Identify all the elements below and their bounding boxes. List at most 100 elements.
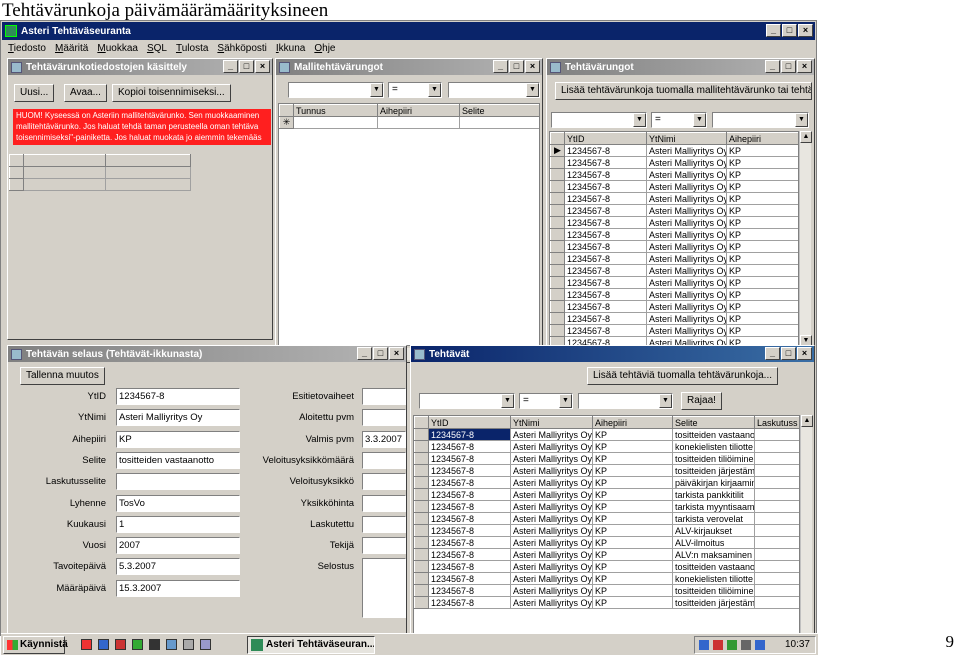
table-cell[interactable]: konekielisten tiliotte (672, 572, 755, 585)
row-header[interactable] (550, 180, 565, 193)
table-row[interactable]: 1234567-8 Asteri Malliyritys Oy KP ALV:n ma… (414, 548, 799, 561)
table-row[interactable]: 1234567-8 Asteri Malliyritys Oy KP tosittei… (414, 428, 799, 441)
table-cell[interactable]: 1234567-8 (428, 596, 511, 609)
maximize-button[interactable]: □ (509, 60, 524, 73)
table-cell[interactable] (754, 500, 799, 513)
column-header[interactable]: Aihepiiri (377, 104, 460, 117)
table-cell[interactable]: 1234567-8 (428, 464, 511, 477)
window-icon[interactable] (166, 639, 177, 650)
table-cell[interactable]: KP (726, 252, 798, 265)
table-cell[interactable]: 1234567-8 (564, 228, 647, 241)
browser-icon[interactable] (81, 639, 92, 650)
table-cell[interactable]: tarkista verovelat (672, 512, 755, 525)
table-row[interactable]: 1234567-8 Asteri Malliyritys Oy KP tarkista… (414, 488, 799, 501)
table-cell[interactable]: 1234567-8 (564, 324, 647, 337)
table-cell[interactable] (754, 476, 799, 489)
row-header[interactable] (414, 584, 429, 597)
row-header[interactable] (414, 464, 429, 477)
field-input[interactable]: 15.3.2007 (116, 579, 240, 597)
tehtavat-vscrollbar[interactable]: ▲ (800, 415, 813, 634)
table-cell[interactable]: KP (592, 512, 673, 525)
table-cell[interactable]: Asteri Malliyritys Oy (646, 204, 727, 217)
menu-ohje[interactable]: Ohje (314, 43, 335, 54)
table-cell[interactable]: Asteri Malliyritys Oy (646, 156, 727, 169)
field-input[interactable]: KP (116, 430, 240, 448)
table-cell[interactable]: Asteri Malliyritys Oy (646, 228, 727, 241)
table-cell[interactable]: Asteri Malliyritys Oy (646, 180, 727, 193)
table-row[interactable]: 1234567-8 Asteri Malliyritys Oy KP (550, 228, 798, 241)
close-button[interactable]: × (389, 347, 404, 360)
table-cell[interactable]: 1234567-8 (564, 180, 647, 193)
table-cell[interactable]: KP (726, 276, 798, 289)
table-cell[interactable]: KP (726, 192, 798, 205)
field-input[interactable] (362, 515, 406, 533)
table-cell[interactable]: 1234567-8 (564, 276, 647, 289)
row-header[interactable] (414, 488, 429, 501)
table-cell[interactable]: Asteri Malliyritys Oy (510, 560, 593, 573)
tehtavat-field-select[interactable]: ▼ (419, 393, 515, 409)
table-row[interactable]: 1234567-8 Asteri Malliyritys Oy KP päiväkir… (414, 476, 799, 489)
filter-button[interactable]: Rajaa! (681, 392, 722, 410)
table-cell[interactable]: 1234567-8 (428, 452, 511, 465)
table-cell[interactable]: Asteri Malliyritys Oy (646, 216, 727, 229)
minimize-button[interactable]: _ (493, 60, 508, 73)
menu-ikkuna[interactable]: Ikkuna (276, 43, 305, 54)
tehtavat-operator-select[interactable]: = ▼ (519, 393, 573, 409)
scroll-up-icon[interactable]: ▲ (800, 131, 812, 143)
app-icon[interactable] (132, 639, 143, 650)
table-cell[interactable]: Asteri Malliyritys Oy (510, 428, 593, 441)
table-cell[interactable]: 1234567-8 (428, 560, 511, 573)
minimize-button[interactable]: _ (766, 24, 781, 37)
runko-titlebar[interactable]: Tehtävärunkotiedostojen käsittely _ □ × (8, 59, 272, 75)
table-row[interactable]: 1234567-8 Asteri Malliyritys Oy KP (550, 312, 798, 325)
row-header[interactable] (550, 276, 565, 289)
table-row[interactable]: 1234567-8 Asteri Malliyritys Oy KP tosittei… (414, 596, 799, 609)
row-header[interactable] (550, 168, 565, 181)
table-cell[interactable]: KP (592, 572, 673, 585)
row-header[interactable] (550, 216, 565, 229)
table-cell[interactable]: Asteri Malliyritys Oy (646, 144, 727, 157)
table-cell[interactable]: 1234567-8 (428, 536, 511, 549)
menu-tiedosto[interactable]: Tiedosto (8, 43, 46, 54)
row-header[interactable] (550, 300, 565, 313)
table-cell[interactable]: tositteiden järjestämir (672, 464, 755, 477)
rungot-titlebar[interactable]: Tehtävärungot _ □ × (547, 59, 814, 75)
table-cell[interactable]: Asteri Malliyritys Oy (510, 524, 593, 537)
new-button[interactable]: Uusi... (14, 84, 55, 102)
table-row[interactable]: 1234567-8 Asteri Malliyritys Oy KP konekiel… (414, 572, 799, 585)
selaus-titlebar[interactable]: Tehtävän selaus (Tehtävät-ikkunasta) _ □… (8, 346, 406, 362)
table-cell[interactable]: 1234567-8 (428, 488, 511, 501)
column-header[interactable]: Selite (459, 104, 539, 117)
table-cell[interactable]: 1234567-8 (564, 216, 647, 229)
table-cell[interactable]: Asteri Malliyritys Oy (510, 548, 593, 561)
table-cell[interactable]: 1234567-8 (564, 252, 647, 265)
table-cell[interactable]: Asteri Malliyritys Oy (510, 500, 593, 513)
table-cell[interactable]: KP (592, 440, 673, 453)
table-cell[interactable]: KP (726, 216, 798, 229)
malli-field-select[interactable]: ▼ (288, 82, 384, 98)
malli-value-select[interactable]: ▼ (448, 82, 540, 98)
table-cell[interactable] (754, 548, 799, 561)
volume-icon[interactable] (741, 640, 751, 650)
table-cell[interactable]: 1234567-8 (564, 144, 647, 157)
network-icon[interactable] (699, 640, 709, 650)
row-header[interactable] (550, 192, 565, 205)
row-header[interactable] (550, 156, 565, 169)
minimize-button[interactable]: _ (223, 60, 238, 73)
console-icon[interactable] (149, 639, 160, 650)
row-header[interactable] (550, 240, 565, 253)
table-cell[interactable] (754, 596, 799, 609)
table-cell[interactable]: tositteiden tiliöimine (672, 452, 755, 465)
table-cell[interactable]: 1234567-8 (564, 300, 647, 313)
table-cell[interactable]: 1234567-8 (564, 204, 647, 217)
row-header[interactable] (550, 204, 565, 217)
tehtavat-grid[interactable]: YtID YtNimi Aihepiiri Selite Laskutuss 1… (413, 415, 800, 634)
table-cell[interactable]: Asteri Malliyritys Oy (510, 452, 593, 465)
column-header[interactable]: Laskutuss (754, 416, 799, 429)
table-cell[interactable]: KP (592, 500, 673, 513)
menu-sql[interactable]: SQL (147, 43, 167, 54)
row-header[interactable] (414, 560, 429, 573)
field-input[interactable] (362, 451, 406, 469)
table-cell[interactable]: Asteri Malliyritys Oy (646, 264, 727, 277)
table-row[interactable]: 1234567-8 Asteri Malliyritys Oy KP (550, 180, 798, 193)
